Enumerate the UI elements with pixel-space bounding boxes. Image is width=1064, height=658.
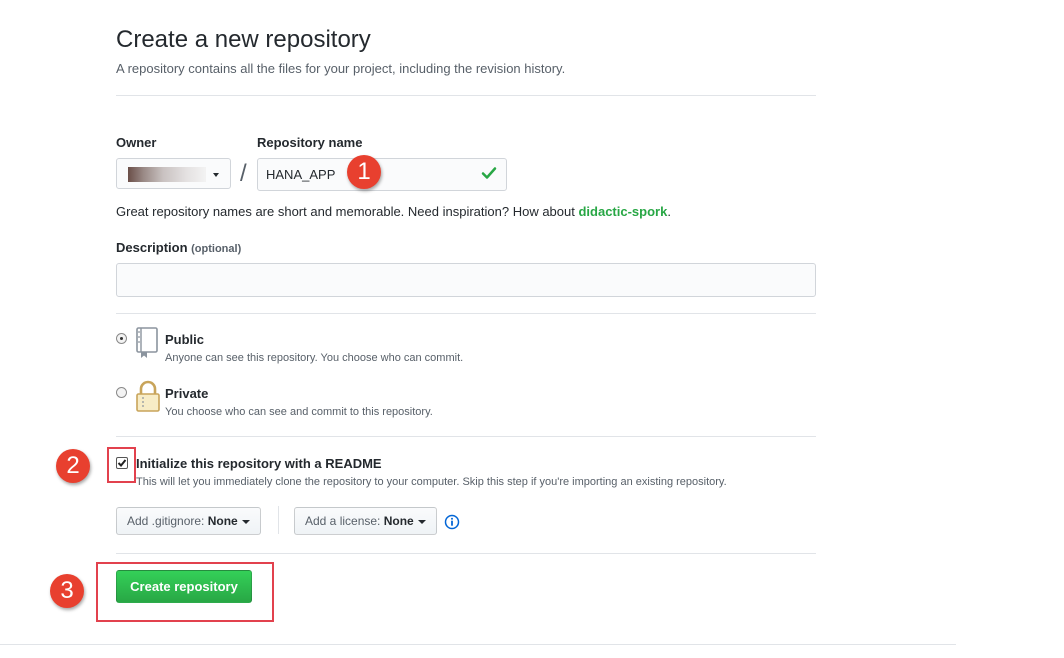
divider bbox=[116, 313, 816, 314]
owner-label: Owner bbox=[116, 135, 157, 150]
license-prefix: Add a license: bbox=[305, 514, 384, 528]
repo-name-label: Repository name bbox=[257, 135, 363, 150]
optional-note: (optional) bbox=[191, 243, 242, 255]
repo-name-hint: Great repository names are short and mem… bbox=[116, 204, 671, 219]
gitignore-dropdown[interactable]: Add .gitignore: None bbox=[116, 507, 261, 535]
divider bbox=[116, 95, 816, 96]
chevron-down-icon bbox=[213, 173, 219, 177]
private-title: Private bbox=[165, 386, 209, 401]
name-suggestion-link[interactable]: didactic-spork bbox=[578, 204, 667, 219]
init-readme-desc: This will let you immediately clone the … bbox=[136, 476, 727, 488]
page-title: Create a new repository bbox=[116, 26, 371, 53]
vertical-divider bbox=[278, 506, 279, 534]
lock-icon bbox=[135, 380, 161, 417]
description-input[interactable] bbox=[116, 263, 816, 297]
public-title: Public bbox=[165, 332, 205, 347]
check-icon bbox=[481, 166, 497, 185]
info-icon[interactable] bbox=[444, 514, 460, 535]
page-subtitle: A repository contains all the files for … bbox=[116, 61, 566, 76]
owner-avatar bbox=[128, 167, 206, 182]
public-desc: Anyone can see this repository. You choo… bbox=[165, 352, 464, 364]
annotation-highlight-checkbox bbox=[107, 447, 136, 483]
repo-icon bbox=[135, 327, 161, 364]
gitignore-prefix: Add .gitignore: bbox=[127, 514, 208, 528]
owner-repo-separator: / bbox=[240, 160, 247, 187]
private-desc: You choose who can see and commit to thi… bbox=[165, 406, 433, 418]
hint-text: Great repository names are short and mem… bbox=[116, 204, 579, 219]
license-dropdown[interactable]: Add a license: None bbox=[294, 507, 437, 535]
footer-divider bbox=[0, 644, 956, 645]
description-label-text: Description bbox=[116, 240, 188, 255]
description-label: Description (optional) bbox=[116, 240, 241, 255]
annotation-highlight-create bbox=[96, 562, 274, 622]
divider bbox=[116, 553, 816, 554]
divider bbox=[116, 436, 816, 437]
private-radio[interactable] bbox=[116, 387, 127, 398]
repo-name-input[interactable] bbox=[257, 158, 507, 191]
owner-select[interactable] bbox=[116, 158, 231, 189]
gitignore-value: None bbox=[207, 514, 238, 528]
license-value: None bbox=[383, 514, 414, 528]
annotation-badge-1: 1 bbox=[347, 155, 381, 189]
chevron-down-icon bbox=[241, 519, 250, 524]
annotation-badge-3: 3 bbox=[50, 574, 84, 608]
public-radio[interactable] bbox=[116, 333, 127, 344]
init-readme-title: Initialize this repository with a README bbox=[136, 456, 382, 471]
hint-suffix: . bbox=[667, 204, 671, 219]
chevron-down-icon bbox=[417, 519, 426, 524]
annotation-badge-2: 2 bbox=[56, 449, 90, 483]
